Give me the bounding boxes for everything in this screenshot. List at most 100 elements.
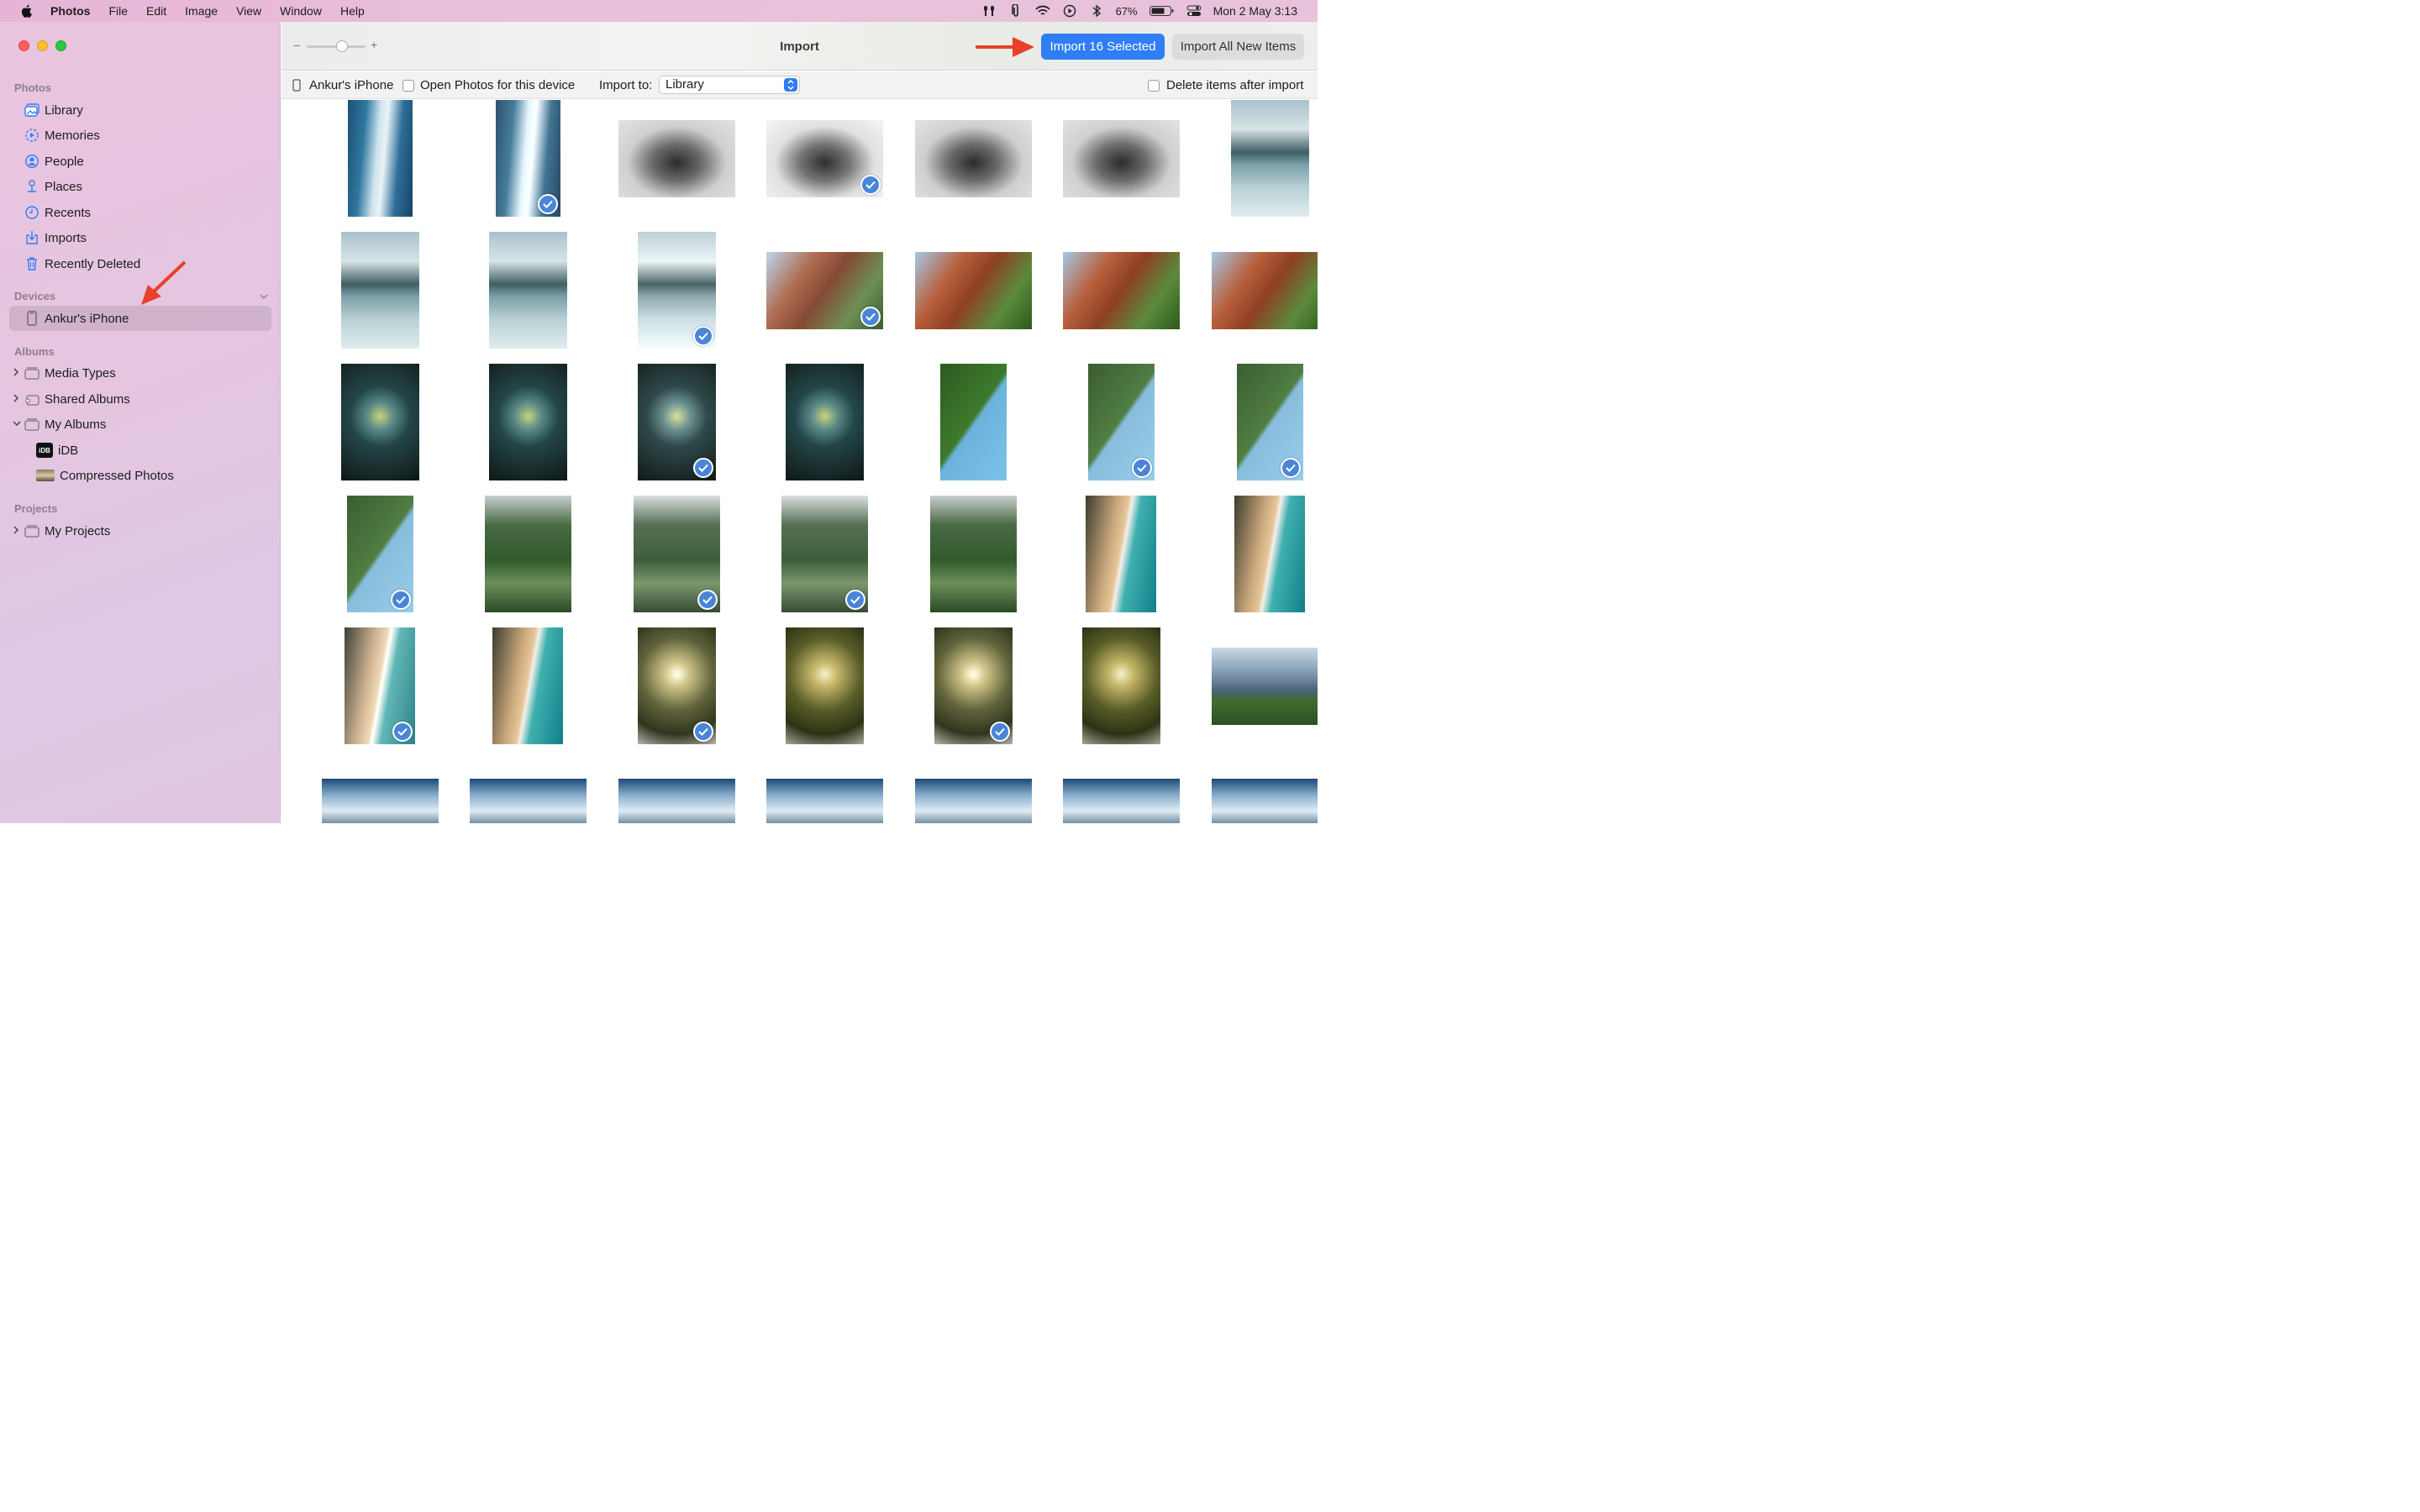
- zoom-window-button[interactable]: [55, 40, 66, 51]
- chevron-right-icon[interactable]: [13, 367, 21, 379]
- apple-menu-icon[interactable]: [17, 4, 35, 18]
- menu-image[interactable]: Image: [185, 4, 218, 18]
- menu-window[interactable]: Window: [280, 4, 322, 18]
- photo-thumbnail[interactable]: [934, 627, 1013, 744]
- sidebar-item-people[interactable]: People: [9, 149, 271, 174]
- photo-thumbnail[interactable]: [340, 364, 419, 480]
- selected-checkmark-icon[interactable]: [390, 590, 411, 610]
- selected-checkmark-icon[interactable]: [989, 722, 1010, 742]
- selected-checkmark-icon[interactable]: [1131, 458, 1152, 478]
- minimize-window-button[interactable]: [37, 40, 48, 51]
- photo-thumbnail[interactable]: [637, 232, 716, 349]
- photo-thumbnail[interactable]: [1062, 779, 1180, 823]
- photo-thumbnail[interactable]: [785, 627, 864, 744]
- control-center-icon[interactable]: [1186, 4, 1202, 18]
- iphone-icon: [24, 311, 39, 326]
- photo-thumbnail[interactable]: [637, 627, 716, 744]
- clock[interactable]: Mon 2 May 3:13: [1213, 4, 1297, 18]
- photo-thumbnail[interactable]: [1081, 627, 1160, 744]
- sidebar-item-places[interactable]: Places: [9, 174, 271, 199]
- photo-thumbnail[interactable]: [495, 100, 560, 217]
- menu-app-name[interactable]: Photos: [50, 4, 90, 18]
- photo-thumbnail[interactable]: [781, 496, 868, 612]
- menu-help[interactable]: Help: [340, 4, 365, 18]
- airpods-icon[interactable]: [981, 4, 997, 18]
- sidebar-item-my-albums[interactable]: My Albums: [9, 412, 271, 437]
- selected-checkmark-icon[interactable]: [860, 306, 881, 327]
- photo-thumbnail[interactable]: [347, 100, 413, 217]
- photo-thumbnail[interactable]: [1062, 251, 1180, 329]
- photo-thumbnail[interactable]: [637, 364, 716, 480]
- menu-file[interactable]: File: [108, 4, 128, 18]
- photo-thumbnail[interactable]: [939, 364, 1007, 480]
- photo-thumbnail[interactable]: [1230, 100, 1309, 217]
- sidebar-item-my-projects[interactable]: My Projects: [9, 518, 271, 543]
- sidebar-item-library[interactable]: Library: [9, 97, 271, 123]
- close-window-button[interactable]: [18, 40, 29, 51]
- import-to-select[interactable]: Library: [659, 76, 800, 94]
- selected-checkmark-icon[interactable]: [392, 722, 413, 742]
- photo-thumbnail[interactable]: [1087, 364, 1155, 480]
- photo-thumbnail[interactable]: [492, 627, 563, 744]
- photo-thumbnail[interactable]: [765, 251, 883, 329]
- import-selected-button[interactable]: Import 16 Selected: [1041, 34, 1165, 60]
- photo-thumbnail[interactable]: [488, 232, 567, 349]
- sidebar-item-compressed-photos[interactable]: Compressed Photos: [9, 463, 271, 488]
- photo-thumbnail[interactable]: [914, 119, 1032, 197]
- photo-thumbnail[interactable]: [618, 119, 735, 197]
- sidebar-item-media-types[interactable]: Media Types: [9, 360, 271, 386]
- selected-checkmark-icon[interactable]: [537, 194, 558, 214]
- photo-thumbnail[interactable]: [633, 496, 720, 612]
- photo-thumbnail[interactable]: [914, 251, 1032, 329]
- open-photos-option[interactable]: Open Photos for this device: [402, 78, 575, 92]
- selected-checkmark-icon[interactable]: [1280, 458, 1301, 478]
- chevron-right-icon[interactable]: [13, 525, 21, 537]
- import-all-button[interactable]: Import All New Items: [1172, 34, 1304, 60]
- photo-thumbnail[interactable]: [345, 627, 415, 744]
- chevron-down-icon[interactable]: [13, 419, 21, 429]
- play-circle-icon[interactable]: [1062, 4, 1077, 18]
- selected-checkmark-icon[interactable]: [692, 458, 713, 478]
- photo-thumbnail[interactable]: [340, 232, 419, 349]
- delete-after-option[interactable]: Delete items after import: [1148, 78, 1303, 92]
- sidebar-item-recents[interactable]: Recents: [9, 200, 271, 225]
- photo-thumbnail[interactable]: [929, 496, 1017, 612]
- menu-view[interactable]: View: [236, 4, 261, 18]
- sidebar-item-iphone[interactable]: Ankur's iPhone: [9, 306, 271, 331]
- photo-thumbnail[interactable]: [1234, 496, 1305, 612]
- sidebar-item-memories[interactable]: Memories: [9, 123, 271, 148]
- photo-thumbnail[interactable]: [484, 496, 571, 612]
- photo-thumbnail[interactable]: [618, 779, 735, 823]
- photo-thumbnail[interactable]: [1211, 779, 1318, 823]
- chevron-down-icon[interactable]: [259, 292, 269, 301]
- photo-thumbnail[interactable]: [765, 779, 883, 823]
- photo-thumbnail[interactable]: [321, 779, 439, 823]
- photo-thumbnail[interactable]: [469, 779, 587, 823]
- photo-thumbnail[interactable]: [914, 779, 1032, 823]
- wifi-icon[interactable]: [1034, 4, 1050, 18]
- open-photos-checkbox[interactable]: [402, 79, 414, 92]
- sidebar-item-idb[interactable]: iDB iDB: [9, 438, 271, 463]
- sidebar-item-imports[interactable]: Imports: [9, 225, 271, 250]
- chevron-right-icon[interactable]: [13, 393, 21, 405]
- photo-thumbnail[interactable]: [765, 119, 883, 197]
- paperclip-icon[interactable]: [1008, 4, 1023, 18]
- selected-checkmark-icon[interactable]: [844, 590, 865, 610]
- photo-thumbnail[interactable]: [1086, 496, 1156, 612]
- selected-checkmark-icon[interactable]: [692, 722, 713, 742]
- photo-thumbnail[interactable]: [1211, 647, 1318, 725]
- bluetooth-icon[interactable]: [1089, 4, 1104, 18]
- photo-thumbnail[interactable]: [488, 364, 567, 480]
- selected-checkmark-icon[interactable]: [697, 590, 718, 610]
- photo-thumbnail[interactable]: [785, 364, 864, 480]
- photo-thumbnail[interactable]: [346, 496, 413, 612]
- delete-after-checkbox[interactable]: [1148, 79, 1160, 92]
- sidebar-item-shared-albums[interactable]: Shared Albums: [9, 386, 271, 412]
- photo-thumbnail[interactable]: [1211, 251, 1318, 329]
- menu-edit[interactable]: Edit: [146, 4, 166, 18]
- battery-icon[interactable]: [1149, 5, 1175, 17]
- photo-thumbnail[interactable]: [1062, 119, 1180, 197]
- selected-checkmark-icon[interactable]: [692, 326, 713, 346]
- photo-thumbnail[interactable]: [1236, 364, 1303, 480]
- selected-checkmark-icon[interactable]: [860, 174, 881, 195]
